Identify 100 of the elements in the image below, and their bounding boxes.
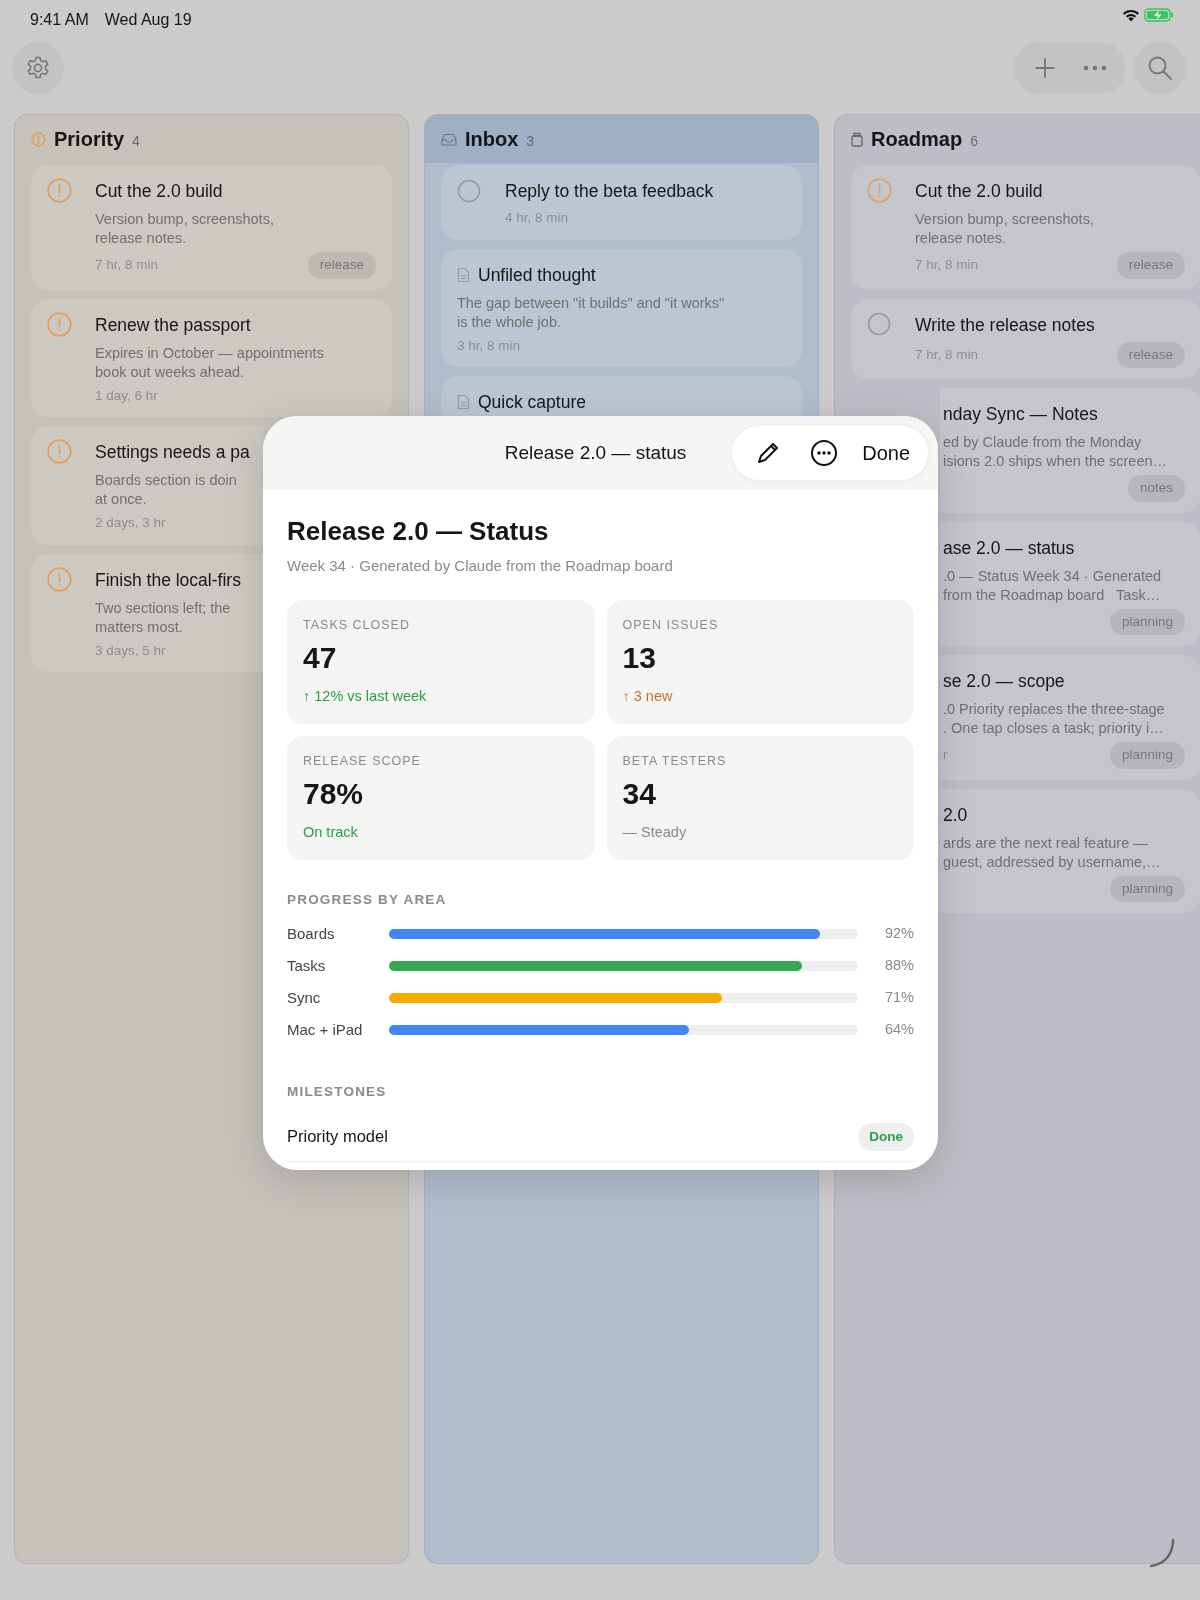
task-card[interactable]: ase 2.0 — status .0 — Status Week 34 · Generated from the Roadmap board Task… planning <box>940 521 1200 646</box>
area-name: Mac + iPad <box>287 1019 364 1040</box>
task-card[interactable]: Renew the passport Expires in October — appointments book out weeks ahead. 1 day, 6 hr <box>31 298 392 417</box>
stat-label: OPEN ISSUES <box>622 616 720 634</box>
task-card[interactable]: Reply to the beta feedback 4 hr, 8 min <box>441 165 802 240</box>
stat-note: — Steady <box>622 823 688 843</box>
stat-value: 13 <box>622 640 657 677</box>
status-date: Wed Aug 19 <box>104 10 192 30</box>
card-title: Reply to the beta feedback <box>505 180 714 203</box>
column-count: 6 <box>970 131 978 151</box>
column-count: 4 <box>132 131 140 151</box>
column-header[interactable]: Inbox 3 <box>425 115 818 163</box>
card-title: Write the release notes <box>915 313 1095 337</box>
task-card[interactable]: 2.0 ards are the next real feature — guest, addressed by username,… planning <box>940 788 1200 913</box>
card-tag: notes <box>1127 475 1185 502</box>
alert-icon <box>47 311 72 337</box>
settings-button[interactable] <box>12 42 64 94</box>
stat-label: BETA TESTERS <box>622 752 728 770</box>
alert-icon <box>31 131 46 147</box>
card-title: 2.0 <box>943 803 968 827</box>
document-icon <box>457 266 470 283</box>
card-description: ards are the next real feature — guest, addressed by username,… <box>943 833 1161 872</box>
column-title[interactable]: Inbox <box>465 124 519 154</box>
card-title: nday Sync — Notes <box>943 403 1098 426</box>
card-title: ase 2.0 — status <box>943 536 1075 560</box>
search-button[interactable] <box>1134 42 1186 94</box>
card-description: Version bump, screenshots, release notes. <box>915 210 1094 249</box>
alert-icon <box>47 439 72 465</box>
task-card[interactable]: Write the release notes 7 hr, 8 min release <box>851 298 1200 379</box>
stat-value: 34 <box>622 776 657 813</box>
card-tag: release <box>1116 341 1185 368</box>
card-title: Unfiled thought <box>478 263 596 287</box>
alert-icon <box>47 566 72 592</box>
task-card[interactable]: se 2.0 — scope .0 Priority replaces the three-stage . One tap closes a task; priority i… r planning <box>940 655 1200 780</box>
card-tag: planning <box>1109 742 1185 769</box>
milestone-status: Done <box>858 1122 914 1151</box>
task-card[interactable]: Cut the 2.0 build Version bump, screenshots, release notes. 7 hr, 8 min release <box>31 165 392 290</box>
alert-icon <box>47 178 72 204</box>
card-time: 7 hr, 8 min <box>915 256 979 275</box>
sheet-subtitle: Week 34 · Generated by Claude from the Roadmap board <box>287 556 674 577</box>
stat-note: ↑ 12% vs last week <box>303 687 428 707</box>
task-card[interactable]: Settings needs a pa Boards section is doin at once. 2 days, 3 hr <box>31 426 264 545</box>
stat-label: TASKS CLOSED <box>303 616 411 634</box>
column-title[interactable]: Roadmap <box>871 124 963 154</box>
done-button[interactable]: Done <box>852 438 914 468</box>
stat-value: 78% <box>303 776 365 813</box>
column-count: 3 <box>526 131 535 151</box>
stat-note: ↑ 3 new <box>622 687 674 707</box>
card-title: Finish the local-firs <box>95 568 241 592</box>
checkbox-circle-icon <box>867 312 891 337</box>
stat-note: On track <box>303 823 359 843</box>
card-time: 7 hr, 8 min <box>95 256 159 275</box>
battery-icon <box>1144 8 1174 22</box>
stat-label: RELEASE SCOPE <box>303 752 422 770</box>
pencil-icon <box>756 441 781 465</box>
progress-reading: 92% <box>883 924 914 944</box>
sheet-title: Release 2.0 — Status <box>287 516 550 548</box>
task-card[interactable]: nday Sync — Notes ed by Claude from the Monday isions 2.0 ships when the screen… notes <box>940 388 1200 513</box>
card-title: Renew the passport <box>95 313 251 337</box>
status-time: 9:41 AM <box>30 10 89 30</box>
card-description: The gap between "it builds" and "it works" is the whole job. <box>457 293 725 332</box>
more-icon <box>810 439 839 467</box>
section-title: PROGRESS BY AREA <box>287 890 448 909</box>
task-card[interactable]: Finish the local-firs Two sections left; the matters most. 3 days, 5 hr <box>31 553 264 672</box>
stat-value: 47 <box>303 640 338 677</box>
alert-icon <box>867 178 892 204</box>
card-tag: planning <box>1109 608 1185 635</box>
jar-icon <box>851 131 863 147</box>
card-description: Boards section is doin at once. <box>95 471 237 510</box>
task-card[interactable]: Unfiled thought The gap between "it builds" and "it works" is the whole job. 3 hr, 8 min <box>441 248 802 367</box>
area-name: Sync <box>287 987 322 1008</box>
card-title: Cut the 2.0 build <box>915 180 1043 203</box>
card-time: 7 hr, 8 min <box>915 345 979 364</box>
resize-handle-icon <box>1148 1538 1176 1568</box>
document-icon <box>457 394 470 411</box>
progress-reading: 64% <box>883 1020 914 1040</box>
search-icon <box>1147 55 1173 81</box>
card-description: .0 Priority replaces the three-stage . One tap closes a task; priority i… <box>943 700 1165 739</box>
card-title: Cut the 2.0 build <box>95 180 223 203</box>
card-time: 2 days, 3 hr <box>95 514 166 533</box>
card-tag: release <box>307 252 376 279</box>
plus-icon <box>1034 57 1056 79</box>
card-description: Expires in October — appointments book out weeks ahead. <box>95 343 324 382</box>
card-title: Settings needs a pa <box>95 441 250 464</box>
card-time: 3 days, 5 hr <box>95 641 166 660</box>
card-title: se 2.0 — scope <box>943 670 1065 693</box>
card-time: 4 hr, 8 min <box>505 209 569 228</box>
task-card[interactable]: Cut the 2.0 build Version bump, screenshots, release notes. 7 hr, 8 min release <box>851 165 1200 290</box>
more-icon <box>1083 65 1107 71</box>
card-title: Quick capture <box>478 391 586 414</box>
card-description: ed by Claude from the Monday isions 2.0 ships when the screen… <box>943 433 1168 472</box>
card-tag: planning <box>1109 875 1185 902</box>
card-time: 1 day, 6 hr <box>95 386 158 405</box>
progress-reading: 71% <box>883 988 914 1008</box>
card-description: Two sections left; the matters most. <box>95 598 231 637</box>
column-title[interactable]: Priority <box>54 124 125 154</box>
gear-icon <box>25 55 51 81</box>
card-description: .0 — Status Week 34 · Generated from the Roadmap board Task… <box>943 566 1162 605</box>
section-title: MILESTONES <box>287 1082 388 1101</box>
milestone-name: Priority model <box>287 1126 388 1148</box>
